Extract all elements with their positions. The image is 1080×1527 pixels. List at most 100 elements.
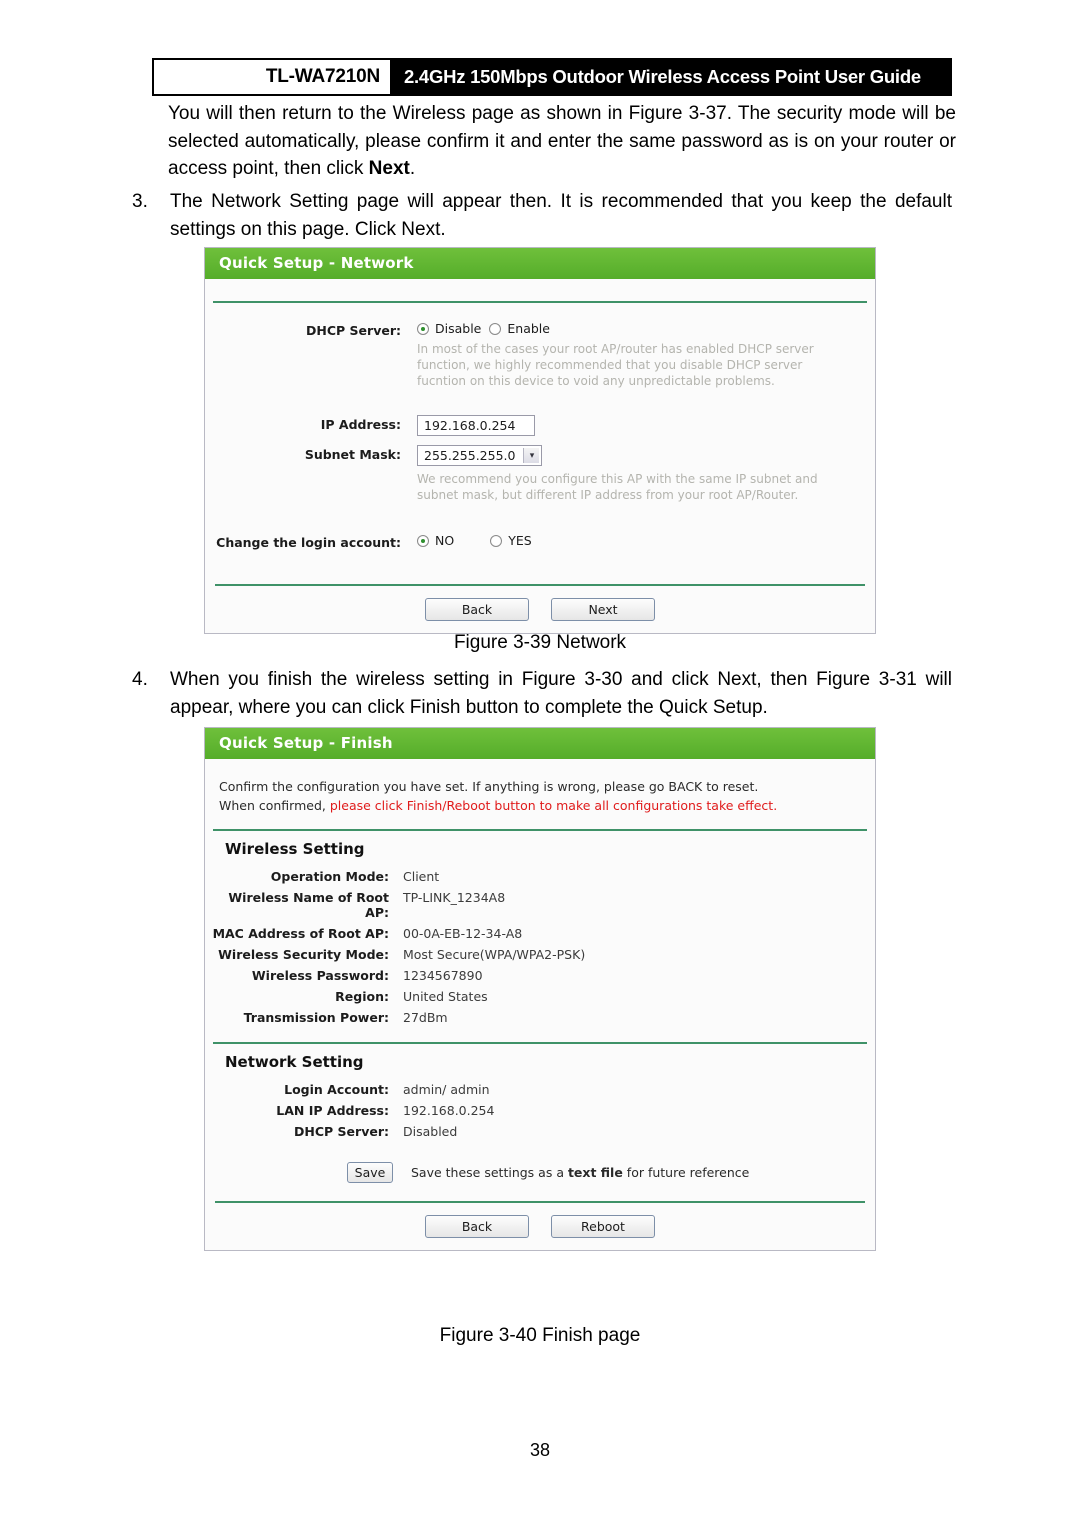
item3-bold-next: Next bbox=[401, 218, 441, 240]
finish-panel-title: Quick Setup - Finish bbox=[219, 734, 393, 752]
change-login-account-label: Change the login account: bbox=[216, 535, 401, 550]
subnet-mask-row: Subnet Mask: 255.255.255.0 ▾ We recommen… bbox=[205, 443, 875, 505]
table-row: Wireless Name of Root AP: TP-LINK_1234A8 bbox=[205, 887, 875, 923]
lead-paragraph: You will then return to the Wireless pag… bbox=[168, 100, 956, 183]
network-setting-rows: Login Account: admin/ admin LAN IP Addre… bbox=[205, 1079, 875, 1148]
lead-text-part2: . bbox=[409, 158, 416, 179]
dhcp-server-label: DHCP Server: bbox=[306, 323, 401, 338]
change-login-account-row: Change the login account: NO YES bbox=[205, 531, 875, 552]
finish-panel-button-row: Back Reboot bbox=[205, 1203, 875, 1250]
finish-reboot-button[interactable]: Reboot bbox=[551, 1215, 655, 1238]
lead-text-bold-next: Next bbox=[368, 158, 410, 179]
finish-panel-titlebar: Quick Setup - Finish bbox=[205, 728, 875, 759]
subnet-mask-field: 255.255.255.0 ▾ We recommend you configu… bbox=[417, 445, 875, 503]
save-text-prefix: Save these settings as a bbox=[411, 1165, 568, 1180]
table-row: Wireless Security Mode: Most Secure(WPA/… bbox=[205, 944, 875, 965]
lan-ip-address-label: LAN IP Address: bbox=[276, 1103, 389, 1118]
item4-bold-finish: Finish bbox=[409, 696, 461, 718]
network-panel-top-spacer bbox=[205, 279, 875, 301]
transmission-power-label: Transmission Power: bbox=[243, 1010, 389, 1025]
table-row: MAC Address of Root AP: 00-0A-EB-12-34-A… bbox=[205, 923, 875, 944]
finish-confirm-line2-warning: please click Finish/Reboot button to mak… bbox=[329, 798, 778, 813]
change-login-account-field: NO YES bbox=[417, 533, 875, 548]
network-panel-titlebar: Quick Setup - Network bbox=[205, 248, 875, 279]
login-yes-label[interactable]: YES bbox=[508, 533, 531, 548]
finish-confirm-block: Confirm the configuration you have set. … bbox=[205, 759, 875, 829]
save-settings-row: Save Save these settings as a text file … bbox=[205, 1148, 875, 1201]
document-running-header: TL-WA7210N 2.4GHz 150Mbps Outdoor Wirele… bbox=[152, 58, 952, 96]
login-account-value: admin/ admin bbox=[403, 1082, 490, 1097]
wireless-password-value: 1234567890 bbox=[403, 968, 483, 983]
network-gap-1 bbox=[205, 391, 875, 413]
mac-address-root-ap-value: 00-0A-EB-12-34-A8 bbox=[403, 926, 523, 941]
item4-text-part4: . bbox=[762, 696, 768, 718]
item4-text-part1: When you finish the wireless setting in … bbox=[170, 669, 718, 690]
dhcp-server-hint: In most of the cases your root AP/router… bbox=[417, 342, 814, 388]
network-panel-button-row: Back Next bbox=[205, 586, 875, 633]
item3-text-part1: The Network Setting page will appear the… bbox=[170, 191, 952, 240]
item4-bold-quick-setup: Quick Setup bbox=[659, 696, 763, 718]
ip-address-label: IP Address: bbox=[320, 417, 401, 432]
ip-address-field: 192.168.0.254 bbox=[417, 415, 875, 436]
figure-40-caption: Figure 3-40 Finish page bbox=[439, 1325, 641, 1346]
list-item-3-body: The Network Setting page will appear the… bbox=[170, 188, 952, 243]
table-row: DHCP Server: Disabled bbox=[205, 1121, 875, 1142]
list-item-3: 3. The Network Setting page will appear … bbox=[132, 188, 952, 243]
ip-address-input[interactable]: 192.168.0.254 bbox=[417, 415, 535, 436]
list-item-4-body: When you finish the wireless setting in … bbox=[170, 666, 952, 721]
table-row: LAN IP Address: 192.168.0.254 bbox=[205, 1100, 875, 1121]
quick-setup-network-panel: Quick Setup - Network DHCP Server: Disab… bbox=[204, 247, 876, 634]
dhcp-enable-label[interactable]: Enable bbox=[507, 321, 550, 336]
login-no-label[interactable]: NO bbox=[435, 533, 454, 548]
finish-back-button[interactable]: Back bbox=[425, 1215, 529, 1238]
login-no-radio-icon[interactable] bbox=[417, 534, 429, 547]
item4-text-part3: button to complete the bbox=[460, 696, 660, 718]
dhcp-enable-radio-icon[interactable] bbox=[489, 322, 502, 335]
wireless-security-mode-label: Wireless Security Mode: bbox=[218, 947, 389, 962]
table-row: Region: United States bbox=[205, 986, 875, 1007]
header-model-label: TL-WA7210N bbox=[265, 66, 380, 87]
save-settings-description: Save these settings as a text file for f… bbox=[411, 1165, 749, 1180]
wireless-name-root-ap-value: TP-LINK_1234A8 bbox=[403, 890, 506, 905]
item3-text-part2: . bbox=[440, 218, 446, 240]
network-gap-4 bbox=[205, 552, 875, 580]
finish-confirm-line1: Confirm the configuration you have set. … bbox=[219, 779, 759, 794]
operation-mode-value: Client bbox=[403, 869, 440, 884]
login-account-label: Login Account: bbox=[284, 1082, 389, 1097]
item4-bold-next: Next bbox=[717, 669, 757, 690]
dhcp-disable-label[interactable]: Disable bbox=[435, 321, 481, 336]
header-model-box: TL-WA7210N bbox=[152, 58, 390, 96]
table-row: Transmission Power: 27dBm bbox=[205, 1007, 875, 1028]
save-text-bold: text file bbox=[567, 1165, 623, 1180]
lan-ip-address-value: 192.168.0.254 bbox=[403, 1103, 495, 1118]
wireless-setting-heading: Wireless Setting bbox=[225, 840, 365, 858]
subnet-mask-select[interactable]: 255.255.255.0 ▾ bbox=[417, 445, 543, 466]
list-item-3-number: 3. bbox=[132, 191, 148, 212]
login-account-radio-group[interactable]: NO YES bbox=[417, 533, 875, 548]
wireless-password-label: Wireless Password: bbox=[251, 968, 389, 983]
network-panel-body: DHCP Server: Disable Enable In most of t… bbox=[205, 303, 875, 584]
chevron-down-icon[interactable]: ▾ bbox=[523, 448, 540, 463]
finish-confirm-line2-prefix: When confirmed, bbox=[219, 798, 330, 813]
network-back-button[interactable]: Back bbox=[425, 598, 529, 621]
page-number: 38 bbox=[529, 1440, 551, 1460]
dhcp-server-status-value: Disabled bbox=[403, 1124, 458, 1139]
list-item-4: 4. When you finish the wireless setting … bbox=[132, 666, 952, 721]
wireless-security-mode-value: Most Secure(WPA/WPA2-PSK) bbox=[403, 947, 586, 962]
operation-mode-label: Operation Mode: bbox=[270, 869, 389, 884]
header-title-box: 2.4GHz 150Mbps Outdoor Wireless Access P… bbox=[390, 58, 952, 96]
login-yes-radio-icon[interactable] bbox=[490, 534, 503, 547]
dhcp-server-row: DHCP Server: Disable Enable In most of t… bbox=[205, 319, 875, 391]
region-label: Region: bbox=[335, 989, 389, 1004]
header-title-label: 2.4GHz 150Mbps Outdoor Wireless Access P… bbox=[404, 66, 921, 87]
network-setting-heading: Network Setting bbox=[225, 1053, 364, 1071]
dhcp-server-radio-group[interactable]: Disable Enable bbox=[417, 321, 875, 336]
network-next-button[interactable]: Next bbox=[551, 598, 655, 621]
wireless-name-root-ap-label: Wireless Name of Root AP: bbox=[228, 890, 389, 920]
save-button[interactable]: Save bbox=[347, 1162, 393, 1183]
dhcp-disable-radio-icon[interactable] bbox=[417, 322, 429, 335]
network-gap-3 bbox=[205, 505, 875, 531]
ip-address-row: IP Address: 192.168.0.254 bbox=[205, 413, 875, 438]
table-row: Login Account: admin/ admin bbox=[205, 1079, 875, 1100]
network-panel-title: Quick Setup - Network bbox=[219, 254, 414, 272]
